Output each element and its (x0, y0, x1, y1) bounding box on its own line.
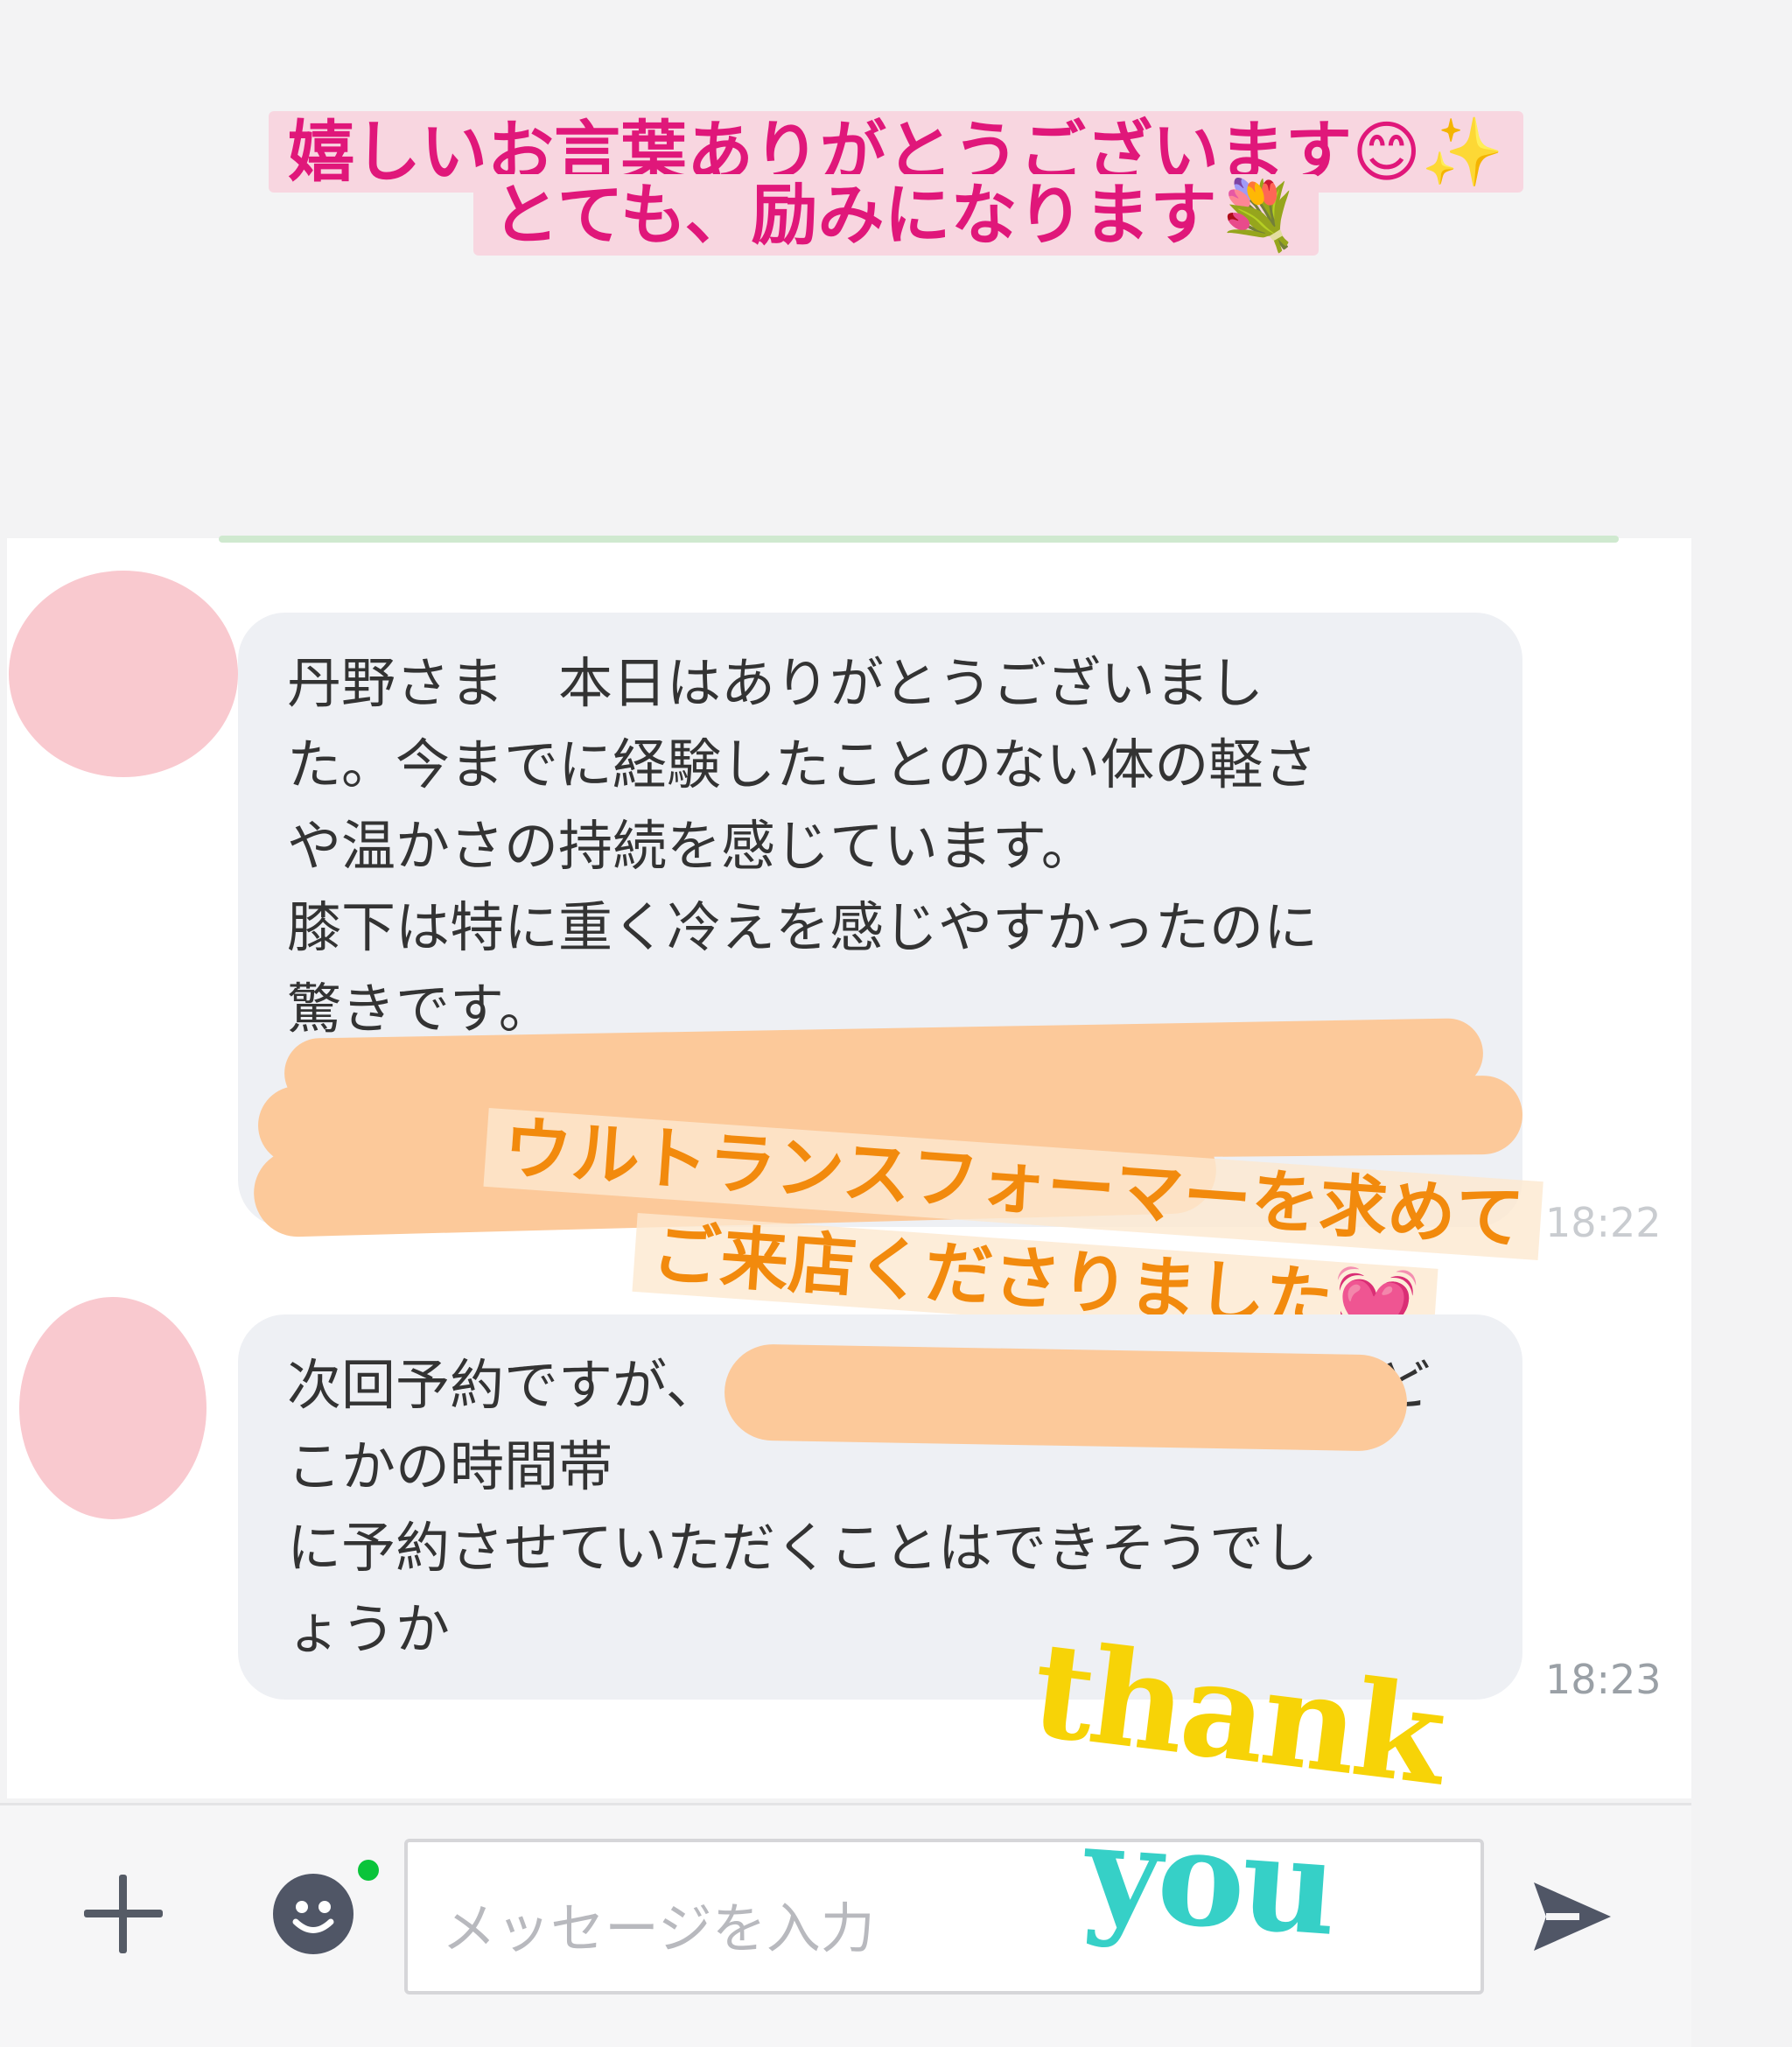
message-line: た。今までに経験したことのない体の軽さ (287, 733, 1318, 796)
avatar[interactable] (19, 1297, 206, 1519)
avatar[interactable] (9, 571, 238, 777)
send-icon[interactable] (1527, 1877, 1614, 1956)
redaction-mark (724, 1343, 1408, 1452)
message-time: 18:23 (1545, 1656, 1662, 1703)
message-time: 18:22 (1545, 1199, 1662, 1246)
message-line: 次回予約ですが、 (287, 1353, 720, 1417)
caption-line-2: とても、励みになります💐 (472, 174, 1320, 256)
notification-dot (358, 1860, 379, 1881)
message-line: 膝下は特に重く冷えを感じやすかったのに (287, 895, 1319, 959)
message-line: に予約させていただくことはできそうでし (287, 1516, 1319, 1580)
message-line: や温かさの持続を感じています。 (287, 814, 1096, 878)
divider (219, 536, 1619, 543)
plus-icon[interactable] (84, 1875, 163, 1953)
message-input-placeholder: メッセージを入力 (442, 1896, 875, 1960)
thank-you-sticker-word-2: you (1080, 1794, 1340, 1966)
smiley-icon[interactable] (273, 1874, 354, 1954)
message-line: 丹野さま 本日はありがとうございまし (287, 651, 1264, 715)
